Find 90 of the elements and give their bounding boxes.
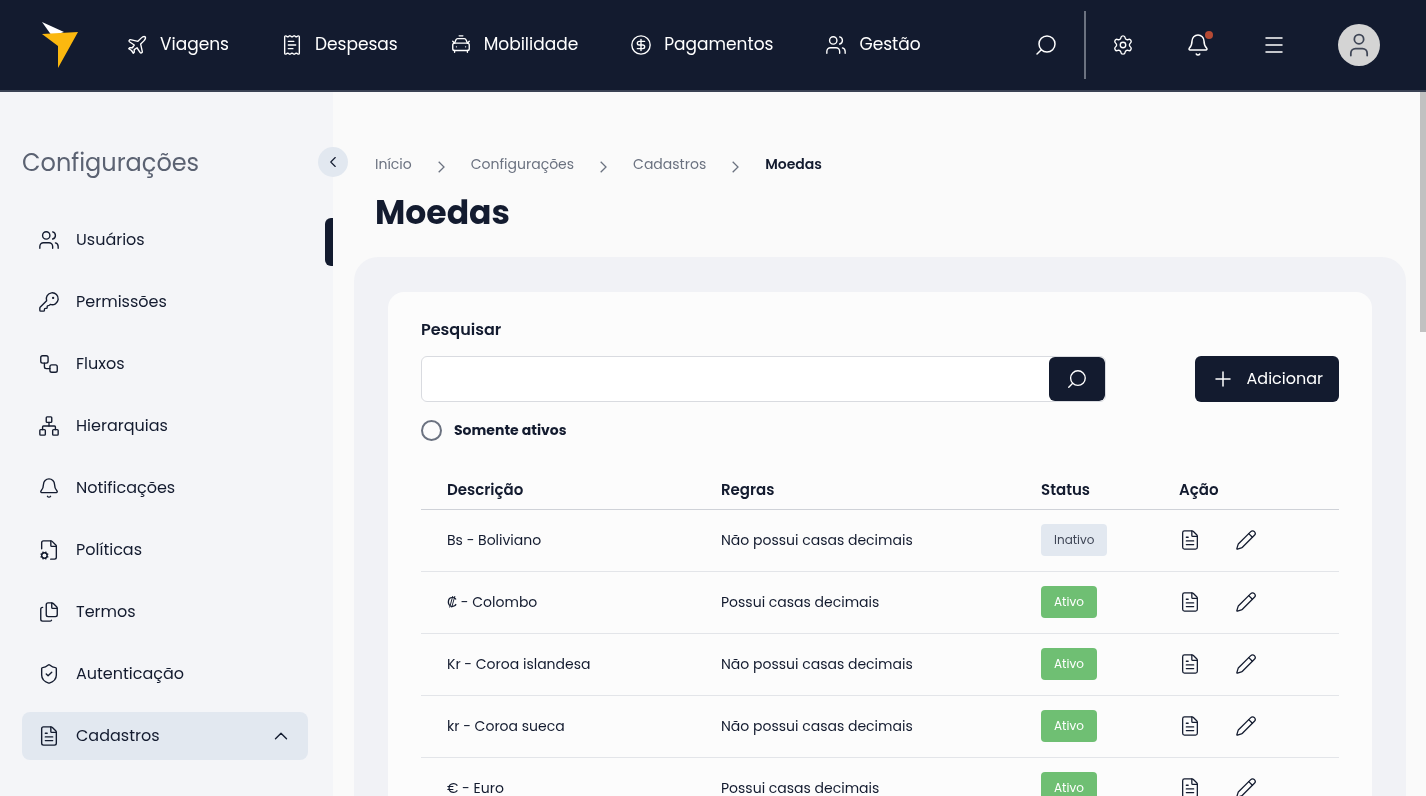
table-cell: Possui casas decimais <box>721 757 1041 796</box>
only-active-option[interactable]: Somente ativos <box>421 420 1339 441</box>
page-title: Moedas <box>374 193 511 233</box>
breadcrumb-link[interactable]: Configurações <box>470 154 575 175</box>
table-cell: Possui casas decimais <box>721 571 1041 633</box>
sidebar-label: Fluxos <box>76 352 125 376</box>
document-icon[interactable] <box>1179 653 1201 675</box>
car-icon <box>449 34 472 56</box>
sidebar-label: Permissões <box>76 290 167 314</box>
status-badge: Inativo <box>1041 524 1108 556</box>
sidebar-item[interactable]: Cadastros <box>22 712 308 760</box>
chevron-right-icon <box>600 160 608 173</box>
table-cell: Kr - Coroa islandesa <box>421 633 721 695</box>
option-label: Somente ativos <box>454 420 567 441</box>
document-icon[interactable] <box>1179 529 1201 551</box>
edit-icon[interactable] <box>1235 777 1257 796</box>
sidebar-label: Hierarquias <box>76 414 168 438</box>
users-icon <box>38 229 60 251</box>
status-badge: Ativo <box>1041 648 1097 680</box>
logo-icon[interactable] <box>42 22 78 68</box>
status-badge: Ativo <box>1041 710 1097 742</box>
document-icon[interactable] <box>1179 777 1201 796</box>
sidebar-title: Configurações <box>22 148 201 178</box>
collapse-button[interactable] <box>318 147 348 177</box>
settings-icon[interactable] <box>1112 34 1134 56</box>
search-icon[interactable] <box>1034 33 1058 57</box>
sidebar-item[interactable]: Usuários <box>22 216 308 264</box>
search-icon <box>1066 368 1088 390</box>
users-icon <box>825 34 848 56</box>
documents-icon <box>38 601 60 623</box>
table-cell: kr - Coroa sueca <box>421 695 721 757</box>
status-badge: Ativo <box>1041 772 1097 796</box>
nav-link[interactable]: Viagens <box>126 32 229 58</box>
document-icon[interactable] <box>1179 715 1201 737</box>
bell-icon <box>38 477 60 499</box>
table-cell: € - Euro <box>421 757 721 796</box>
sidebar-label: Usuários <box>76 228 145 252</box>
nav-link[interactable]: Pagamentos <box>630 32 774 58</box>
breadcrumb-link[interactable]: Moedas <box>765 154 822 175</box>
sidebar-label: Políticas <box>76 538 143 562</box>
table-cell: Não possui casas decimais <box>721 695 1041 757</box>
breadcrumb-link[interactable]: Início <box>375 154 412 175</box>
flow-icon <box>38 353 60 375</box>
dollar-icon <box>630 34 653 56</box>
sidebar-item[interactable]: Autenticação <box>22 650 308 698</box>
bell-icon <box>1186 33 1210 57</box>
sidebar-label: Termos <box>76 600 136 624</box>
sidebar-item[interactable]: Políticas <box>22 526 308 574</box>
sidebar-label: Notificações <box>76 476 176 500</box>
sidebar-label: Autenticação <box>76 662 185 686</box>
sidebar-item[interactable]: Termos <box>22 588 308 636</box>
status-badge: Ativo <box>1041 586 1097 618</box>
side-handle <box>325 218 333 266</box>
search-field[interactable] <box>421 356 1106 402</box>
sidebar-item[interactable]: Notificações <box>22 464 308 512</box>
column-header: Regras <box>721 471 1041 509</box>
add-button[interactable]: Adicionar <box>1194 356 1339 402</box>
plane-icon <box>126 34 148 56</box>
edit-icon[interactable] <box>1235 653 1257 675</box>
nav-link[interactable]: Despesas <box>280 32 398 58</box>
column-header: Status <box>1041 471 1179 509</box>
sidebar-item[interactable]: Fluxos <box>22 340 308 388</box>
sidebar-label: Cadastros <box>76 724 160 748</box>
avatar[interactable] <box>1338 24 1380 66</box>
chevron-right-icon <box>437 160 445 173</box>
column-header: Ação <box>1179 471 1339 509</box>
edit-icon[interactable] <box>1235 715 1257 737</box>
search-button[interactable] <box>1049 357 1105 401</box>
radio-button[interactable] <box>421 420 442 441</box>
table-cell: ₡ - Colombo <box>421 571 721 633</box>
sidebar-item[interactable]: Permissões <box>22 278 308 326</box>
search-label: Pesquisar <box>421 318 503 342</box>
chevron-right-icon <box>732 160 740 173</box>
nav-link[interactable]: Gestão <box>825 32 921 58</box>
table-cell: Bs - Boliviano <box>421 509 721 571</box>
document-gear-icon <box>38 539 60 561</box>
notifications-button[interactable] <box>1186 33 1210 57</box>
sidebar-item[interactable]: Hierarquias <box>22 402 308 450</box>
hierarchy-icon <box>38 415 60 437</box>
breadcrumb-link[interactable]: Cadastros <box>633 154 707 175</box>
document-icon[interactable] <box>1179 591 1201 613</box>
column-header: Descrição <box>421 471 721 509</box>
nav-link[interactable]: Mobilidade <box>449 32 579 58</box>
key-icon <box>38 291 60 313</box>
edit-icon[interactable] <box>1235 591 1257 613</box>
table-cell: Não possui casas decimais <box>721 509 1041 571</box>
shield-check-icon <box>38 663 60 685</box>
edit-icon[interactable] <box>1235 529 1257 551</box>
table-cell: Não possui casas decimais <box>721 633 1041 695</box>
document-icon <box>38 725 60 747</box>
